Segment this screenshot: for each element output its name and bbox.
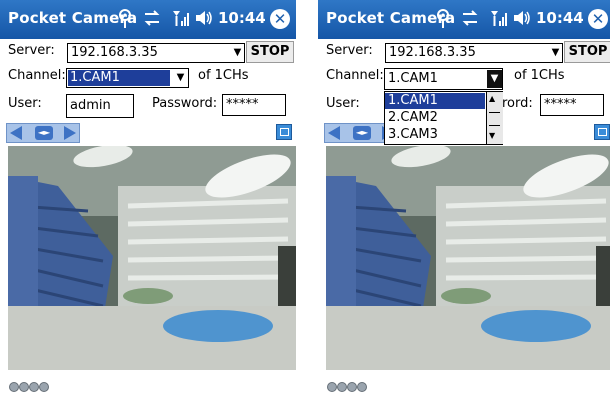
password-value: ***** (544, 97, 577, 112)
server-label: Server: (326, 43, 373, 58)
sync-icon[interactable] (143, 9, 161, 27)
pan-control-icon[interactable]: ◄► (6, 123, 80, 143)
close-icon[interactable]: ✕ (588, 9, 608, 29)
volume-icon[interactable] (194, 9, 214, 27)
status-dot (19, 382, 29, 392)
chevron-down-icon[interactable]: ▼ (173, 69, 188, 87)
chevron-down-icon[interactable]: ▼ (230, 44, 245, 62)
antenna-icon[interactable] (436, 9, 450, 29)
channel-select[interactable]: 1.CAM1 ▼ (384, 68, 503, 90)
title-bar: Pocket Camera 10:44 ✕ (0, 0, 296, 39)
status-dot (337, 382, 347, 392)
channel-count: of 1CHs (198, 68, 249, 83)
sync-icon[interactable] (461, 9, 479, 27)
video-frame (326, 146, 610, 370)
user-value: admin (70, 98, 111, 113)
channel-option[interactable]: 1.CAM1 (385, 93, 485, 109)
signal-icon[interactable] (490, 9, 508, 27)
channel-value: 1.CAM1 (68, 70, 170, 86)
server-label: Server: (8, 43, 55, 58)
status-dots (327, 377, 367, 396)
fullscreen-icon[interactable] (594, 124, 610, 140)
channel-select[interactable]: 1.CAM1 ▼ (66, 68, 189, 88)
antenna-icon[interactable] (118, 9, 132, 29)
pan-center-icon[interactable]: ◄► (35, 126, 53, 140)
password-label: rord: (502, 96, 533, 111)
pan-left-icon[interactable] (328, 126, 340, 140)
video-frame (8, 146, 296, 370)
scroll-down-icon[interactable]: ▼ (489, 131, 495, 140)
stop-button[interactable]: STOP (564, 41, 610, 63)
pan-left-icon[interactable] (10, 126, 22, 140)
channel-option[interactable]: 2.CAM2 (385, 110, 485, 126)
user-label: User: (8, 96, 42, 111)
volume-icon[interactable] (512, 9, 532, 27)
server-input[interactable]: 192.168.3.35 ▼ (385, 43, 563, 63)
status-dot (357, 382, 367, 392)
status-dot (39, 382, 49, 392)
chevron-down-icon[interactable]: ▼ (487, 70, 502, 88)
video-toolbar: ◄► (0, 121, 296, 145)
pan-right-icon[interactable] (64, 126, 76, 140)
signal-icon[interactable] (172, 9, 190, 27)
server-input[interactable]: 192.168.3.35 ▼ (67, 43, 245, 63)
pocket-camera-screen-right: Pocket Camera 10:44 ✕ Server: 192.168.3.… (318, 0, 610, 398)
clock: 10:44 (218, 9, 266, 27)
dropdown-scrollbar[interactable]: ▲ ▼ (486, 92, 503, 144)
chevron-down-icon[interactable]: ▼ (548, 44, 563, 62)
clock: 10:44 (536, 9, 584, 27)
status-dot (9, 382, 19, 392)
title-bar: Pocket Camera 10:44 ✕ (318, 0, 610, 39)
camera-video-feed (326, 146, 610, 370)
user-input[interactable]: admin (66, 94, 134, 118)
password-value: ***** (226, 97, 259, 112)
status-dot (29, 382, 39, 392)
scroll-thumb[interactable] (489, 112, 500, 126)
password-input[interactable]: ***** (540, 94, 604, 116)
fullscreen-icon[interactable] (276, 124, 292, 140)
channel-option[interactable]: 3.CAM3 (385, 127, 485, 143)
status-dots (9, 377, 49, 396)
close-icon[interactable]: ✕ (270, 9, 290, 29)
server-value: 192.168.3.35 (71, 45, 158, 60)
channel-label: Channel: (8, 68, 66, 83)
camera-video-feed (8, 146, 296, 370)
pan-center-icon[interactable]: ◄► (353, 126, 371, 140)
status-dot (347, 382, 357, 392)
channel-dropdown-list[interactable]: 1.CAM1 2.CAM2 3.CAM3 ▲ ▼ (384, 91, 503, 145)
status-dot (327, 382, 337, 392)
stop-button[interactable]: STOP (246, 41, 294, 63)
password-input[interactable]: ***** (222, 94, 286, 116)
server-value: 192.168.3.35 (389, 45, 476, 60)
user-label: User: (326, 96, 360, 111)
scroll-up-icon[interactable]: ▲ (489, 94, 495, 103)
channel-label: Channel: (326, 68, 384, 83)
channel-value: 1.CAM1 (388, 71, 438, 86)
password-label: Password: (152, 96, 218, 111)
pocket-camera-screen-left: Pocket Camera 10:44 ✕ Server: 192.168.3.… (0, 0, 296, 398)
channel-count: of 1CHs (514, 68, 565, 83)
